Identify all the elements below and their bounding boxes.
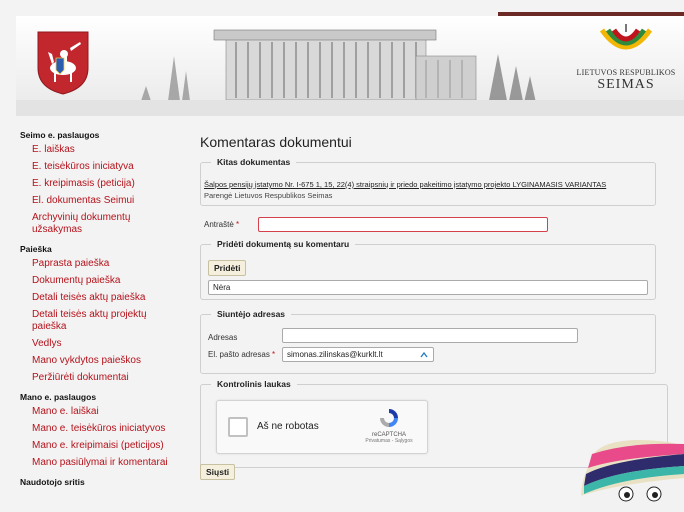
- email-label-text: El. pašto adresas: [208, 350, 270, 359]
- sidebar-section-title: Paieška: [20, 244, 52, 254]
- recaptcha-branding: reCAPTCHA Privatumas - Sąlygos: [359, 407, 419, 444]
- sidebar-item-mano-pasiulymai[interactable]: Mano pasiūlymai ir komentarai: [32, 457, 182, 469]
- sidebar-section-title: Mano e. paslaugos: [20, 392, 97, 402]
- sidebar-item-vedlys[interactable]: Vedlys: [32, 338, 182, 350]
- sidebar-section-title: Naudotojo sritis: [20, 477, 85, 487]
- page-title: Komentaras dokumentui: [200, 134, 352, 150]
- subject-label-text: Antraštė: [204, 220, 234, 229]
- sender-address-fieldset: Siuntėjo adresas: [200, 309, 656, 374]
- sender-address-legend: Siuntėjo adresas: [211, 309, 292, 319]
- control-field-legend: Kontrolinis laukas: [211, 379, 297, 389]
- sidebar-item-e-laiskas[interactable]: E. laiškas: [32, 144, 182, 156]
- sidebar-section-title: Seimo e. paslaugos: [20, 130, 100, 140]
- mascot-character-icon: [580, 440, 684, 512]
- recaptcha-logo-icon: [380, 409, 398, 427]
- seimas-title-line2: SEIMAS: [597, 77, 655, 92]
- add-attachment-button[interactable]: Pridėti: [208, 260, 247, 276]
- email-label: El. pašto adresas *: [208, 350, 275, 359]
- sidebar-item-e-teisekuros-iniciatyva[interactable]: E. teisėkūros iniciatyva: [32, 161, 182, 173]
- sidebar-item-archyviniu-uzsakymas[interactable]: Archyvinių dokumentų užsakymas: [32, 212, 182, 236]
- seimas-logo[interactable]: LIETUVOS RESPUBLIKOS SEIMAS: [576, 24, 676, 114]
- lithuania-coat-of-arms-icon: [37, 31, 89, 95]
- site-header: LIETUVOS RESPUBLIKOS SEIMAS: [16, 16, 684, 116]
- sidebar-item-mano-e-laiskai[interactable]: Mano e. laiškai: [32, 406, 182, 418]
- autofill-key-icon[interactable]: [420, 351, 428, 359]
- recaptcha-widget: Aš ne robotas reCAPTCHA Privatumas - Sąl…: [216, 400, 428, 454]
- document-link[interactable]: Šalpos pensijų įstatymo Nr. I-675 1, 15,…: [204, 180, 606, 189]
- sidebar-item-mano-paieskos[interactable]: Mano vykdytos paieškos: [32, 355, 182, 367]
- sidebar-navigation: Seimo e. paslaugos E. laiškas E. teisėkū…: [16, 122, 188, 512]
- recaptcha-label: Aš ne robotas: [257, 421, 319, 432]
- document-author: Parengė Lietuvos Respublikos Seimas: [204, 191, 333, 200]
- subject-input[interactable]: [258, 217, 548, 232]
- sidebar-item-detali-teises-aktu-paieska[interactable]: Detali teisės aktų paieška: [32, 292, 182, 304]
- required-marker: *: [272, 350, 276, 359]
- address-label: Adresas: [208, 333, 238, 342]
- subject-label: Antraštė *: [204, 220, 239, 229]
- sidebar-item-mano-kreipimaisi[interactable]: Mano e. kreipimaisi (peticijos): [32, 440, 182, 452]
- send-button[interactable]: Siųsti: [200, 464, 236, 480]
- sidebar-item-detali-projektu-paieska[interactable]: Detali teisės aktų projektų paieška: [32, 309, 182, 333]
- address-input[interactable]: [282, 328, 578, 343]
- sidebar-item-dokumentu-paieska[interactable]: Dokumentų paieška: [32, 275, 182, 287]
- other-document-legend: Kitas dokumentas: [211, 157, 297, 167]
- attachment-status-field: Nėra: [208, 280, 648, 295]
- attach-document-legend: Pridėti dokumentą su komentaru: [211, 239, 356, 249]
- email-input[interactable]: simonas.zilinskas@kurklt.lt: [282, 347, 434, 362]
- seimas-title-line1: LIETUVOS RESPUBLIKOS: [576, 68, 676, 77]
- sidebar-item-e-kreipimasis[interactable]: E. kreipimasis (peticija): [32, 178, 182, 190]
- seimas-emblem-icon: [599, 24, 653, 50]
- required-marker: *: [236, 220, 240, 229]
- sidebar-item-paprasta-paieska[interactable]: Paprasta paieška: [32, 258, 182, 270]
- recaptcha-checkbox[interactable]: [228, 417, 248, 437]
- sidebar-item-perziureti-dokumentai[interactable]: Peržiūrėti dokumentai: [32, 372, 182, 384]
- email-value: simonas.zilinskas@kurklt.lt: [287, 350, 383, 359]
- recaptcha-privacy-terms[interactable]: Privatumas - Sąlygos: [359, 438, 419, 444]
- sidebar-item-el-dokumentas[interactable]: El. dokumentas Seimui: [32, 195, 182, 207]
- sidebar-item-mano-iniciatyvos[interactable]: Mano e. teisėkūros iniciatyvos: [32, 423, 182, 435]
